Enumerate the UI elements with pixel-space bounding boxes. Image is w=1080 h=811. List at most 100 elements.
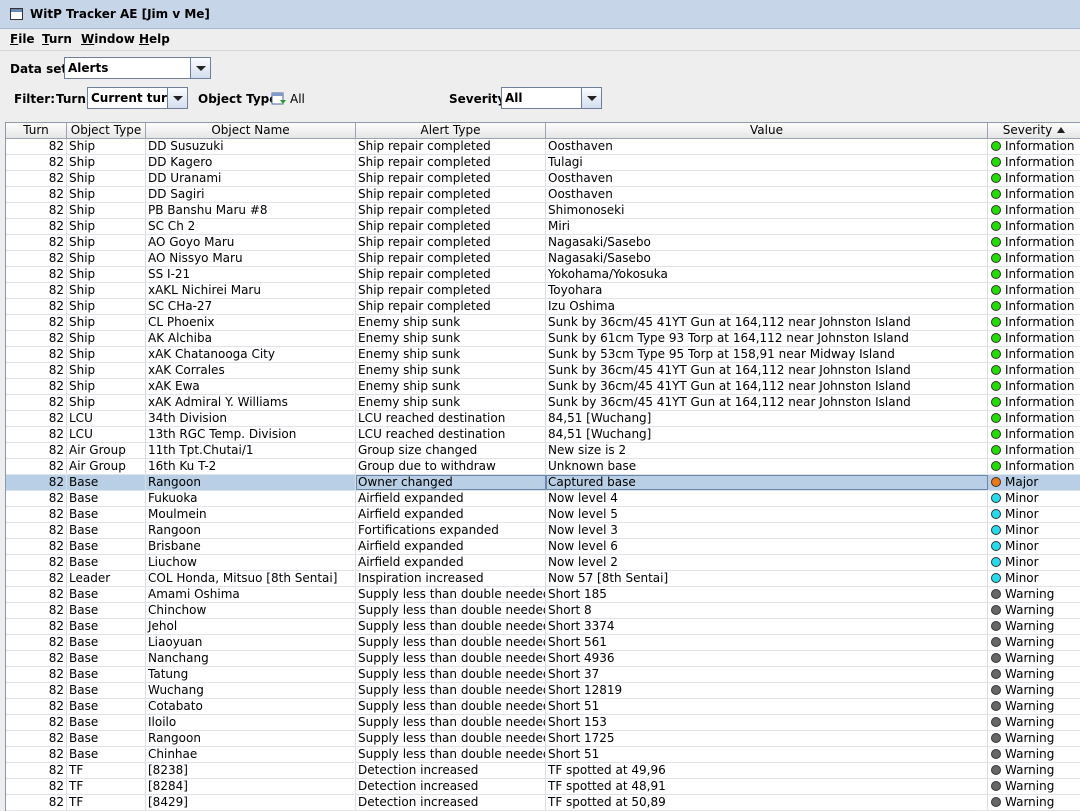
table-row[interactable]: 82 Ship SC Ch 2 Ship repair completed Miri In… <box>6 219 1080 235</box>
value-cell: TF spotted at 50,89 <box>546 795 988 810</box>
table-row[interactable]: 82 Base Nanchang Supply less than double ne… <box>6 651 1080 667</box>
column-header-alert-type[interactable]: Alert Type <box>356 123 546 138</box>
table-row[interactable]: 82 Base Chinhae Supply less than double nee… <box>6 747 1080 763</box>
table-row[interactable]: 82 Base Jehol Supply less than double neede… <box>6 619 1080 635</box>
severity-cell: Warning <box>988 731 1080 746</box>
alert-type-cell: Inspiration increased <box>356 571 546 586</box>
menu-window[interactable]: Window <box>81 32 135 46</box>
value-cell: Oosthaven <box>546 139 988 154</box>
table-row[interactable]: 82 LCU 34th Division LCU reached destinatio… <box>6 411 1080 427</box>
table-row[interactable]: 82 Base Rangoon Owner changed Captured base M… <box>6 475 1080 491</box>
table-row[interactable]: 82 Ship SS I-21 Ship repair completed Yokoha… <box>6 267 1080 283</box>
table-row[interactable]: 82 Ship DD Uranami Ship repair completed Oos… <box>6 171 1080 187</box>
value-cell: Now level 2 <box>546 555 988 570</box>
menu-file[interactable]: File <box>10 32 35 46</box>
table-row[interactable]: 82 Ship xAK Admiral Y. Williams Enemy ship … <box>6 395 1080 411</box>
table-row[interactable]: 82 Air Group 11th Tpt.Chutai/1 Group size c… <box>6 443 1080 459</box>
table-row[interactable]: 82 Ship PB Banshu Maru #8 Ship repair compl… <box>6 203 1080 219</box>
severity-cell: Warning <box>988 683 1080 698</box>
menu-help[interactable]: Help <box>139 32 170 46</box>
column-header-severity[interactable]: Severity <box>988 123 1080 138</box>
turn-cell: 82 <box>6 267 67 282</box>
severity-cell: Information <box>988 299 1080 314</box>
severity-dot-icon <box>991 285 1001 295</box>
chevron-down-icon[interactable] <box>190 58 210 78</box>
severity-label: Minor <box>1005 491 1039 505</box>
table-row[interactable]: 82 Base Fukuoka Airfield expanded Now level … <box>6 491 1080 507</box>
alerts-table[interactable]: Turn Object Type Object Name Alert Type … <box>5 122 1080 811</box>
severity-cell: Minor <box>988 555 1080 570</box>
chevron-down-icon[interactable] <box>581 88 601 108</box>
table-row[interactable]: 82 Base Moulmein Airfield expanded Now level… <box>6 507 1080 523</box>
table-row[interactable]: 82 Ship xAK Ewa Enemy ship sunk Sunk by 36cm… <box>6 379 1080 395</box>
table-row[interactable]: 82 Base Liuchow Airfield expanded Now level … <box>6 555 1080 571</box>
table-row[interactable]: 82 Base Liaoyuan Supply less than double ne… <box>6 635 1080 651</box>
table-row[interactable]: 82 Ship xAK Chatanooga City Enemy ship sunk… <box>6 347 1080 363</box>
window-title: WitP Tracker AE [Jim v Me] <box>30 7 210 21</box>
table-row[interactable]: 82 Base Chinchow Supply less than double ne… <box>6 603 1080 619</box>
severity-dot-icon <box>991 653 1001 663</box>
table-row[interactable]: 82 Air Group 16th Ku T-2 Group due to withd… <box>6 459 1080 475</box>
column-header-object-name[interactable]: Object Name <box>146 123 356 138</box>
table-row[interactable]: 82 Base Amami Oshima Supply less than doubl… <box>6 587 1080 603</box>
sort-ascending-icon <box>1057 127 1066 133</box>
turn-cell: 82 <box>6 699 67 714</box>
turn-value: Current turn <box>91 91 176 105</box>
table-row[interactable]: 82 Base Rangoon Fortifications expanded Now … <box>6 523 1080 539</box>
value-cell: Short 185 <box>546 587 988 602</box>
dataset-select[interactable]: Alerts <box>64 57 211 79</box>
column-header-turn[interactable]: Turn <box>6 123 67 138</box>
severity-label: Information <box>1005 443 1075 457</box>
alert-type-cell: Group due to withdraw <box>356 459 546 474</box>
value-cell: Yokohama/Yokosuka <box>546 267 988 282</box>
chevron-down-icon[interactable] <box>167 88 187 108</box>
table-row[interactable]: 82 Ship xAK Corrales Enemy ship sunk Sunk by… <box>6 363 1080 379</box>
table-row[interactable]: 82 Ship DD Susuzuki Ship repair completed Oo… <box>6 139 1080 155</box>
severity-select[interactable]: All <box>501 87 602 109</box>
table-row[interactable]: 82 Ship AK Alchiba Enemy ship sunk Sunk by 6… <box>6 331 1080 347</box>
object-name-cell: PB Banshu Maru #8 <box>146 203 356 218</box>
alert-type-cell: Supply less than double needed <box>358 619 546 634</box>
table-row[interactable]: 82 Ship DD Kagero Ship repair completed Tula… <box>6 155 1080 171</box>
table-row[interactable]: 82 TF [8429] Detection increased TF spotted … <box>6 795 1080 811</box>
column-header-value[interactable]: Value <box>546 123 988 138</box>
value-cell: Now level 4 <box>546 491 988 506</box>
table-row[interactable]: 82 Base Cotabato Supply less than double ne… <box>6 699 1080 715</box>
value-cell: Short 51 <box>546 699 988 714</box>
object-type-value[interactable]: All <box>290 92 305 106</box>
table-row[interactable]: 82 Ship AO Nissyo Maru Ship repair complete… <box>6 251 1080 267</box>
table-row[interactable]: 82 Base Tatung Supply less than double need… <box>6 667 1080 683</box>
value-cell: Now level 5 <box>546 507 988 522</box>
table-row[interactable]: 82 Base Brisbane Airfield expanded Now level… <box>6 539 1080 555</box>
column-header-object-type[interactable]: Object Type <box>67 123 146 138</box>
menu-turn[interactable]: Turn <box>42 32 72 46</box>
severity-label: Warning <box>1005 699 1055 713</box>
severity-label: Information <box>1005 395 1075 409</box>
severity-cell: Minor <box>988 491 1080 506</box>
object-type-cell: Air Group <box>67 459 146 474</box>
object-name-cell: Wuchang <box>146 683 356 698</box>
turn-select[interactable]: Current turn <box>87 87 188 109</box>
alert-type-cell: Ship repair completed <box>356 235 546 250</box>
table-row[interactable]: 82 Ship DD Sagiri Ship repair completed Oost… <box>6 187 1080 203</box>
table-row[interactable]: 82 Ship AO Goyo Maru Ship repair completed N… <box>6 235 1080 251</box>
turn-cell: 82 <box>6 715 67 730</box>
table-row[interactable]: 82 Ship CL Phoenix Enemy ship sunk Sunk by 3… <box>6 315 1080 331</box>
object-type-filter-icon[interactable] <box>271 91 287 106</box>
table-row[interactable]: 82 Leader COL Honda, Mitsuo [8th Sentai] In… <box>6 571 1080 587</box>
turn-cell: 82 <box>6 347 67 362</box>
table-row[interactable]: 82 TF [8238] Detection increased TF spotted … <box>6 763 1080 779</box>
severity-dot-icon <box>991 413 1001 423</box>
severity-label: Warning <box>1005 795 1055 809</box>
table-row[interactable]: 82 LCU 13th RGC Temp. Division LCU reached … <box>6 427 1080 443</box>
table-row[interactable]: 82 Ship SC CHa-27 Ship repair completed Izu … <box>6 299 1080 315</box>
object-name-cell: AO Goyo Maru <box>146 235 356 250</box>
table-row[interactable]: 82 TF [8284] Detection increased TF spotted … <box>6 779 1080 795</box>
table-row[interactable]: 82 Ship xAKL Nichirei Maru Ship repair comp… <box>6 283 1080 299</box>
alert-type-cell: Ship repair completed <box>356 219 546 234</box>
table-row[interactable]: 82 Base Wuchang Supply less than double nee… <box>6 683 1080 699</box>
table-row[interactable]: 82 Base Iloilo Supply less than double need… <box>6 715 1080 731</box>
alert-type-cell: Supply less than double needed <box>358 603 546 618</box>
table-row[interactable]: 82 Base Rangoon Supply less than double nee… <box>6 731 1080 747</box>
object-name-cell: DD Susuzuki <box>146 139 356 154</box>
